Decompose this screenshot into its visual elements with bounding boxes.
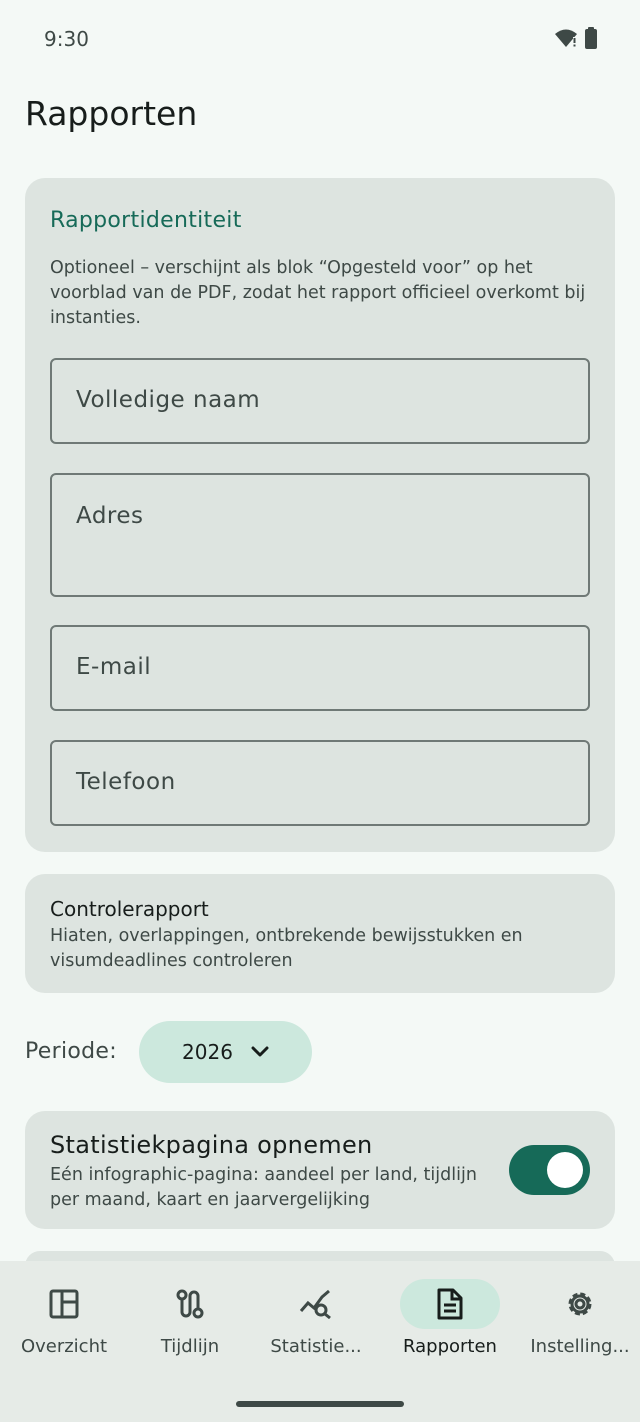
identity-section-description: Optioneel – verschijnt als blok “Opgeste… (50, 258, 586, 328)
identity-section-title: Rapportidentiteit (50, 208, 242, 233)
bottom-navigation: Overzicht Tijdlijn Statistie... Rapporte… (0, 1261, 640, 1422)
address-placeholder: Adres (76, 503, 144, 529)
dashboard-icon (49, 1289, 79, 1319)
phone-placeholder: Telefoon (76, 769, 176, 795)
stats-page-title: Statistiekpagina opnemen (50, 1131, 373, 1159)
email-placeholder: E-mail (76, 654, 152, 680)
nav-label: Tijdlijn (160, 1336, 220, 1357)
chevron-down-icon (251, 1046, 269, 1057)
nav-item-tijdlijn[interactable]: Tijdlijn (126, 1261, 254, 1371)
page-title: Rapporten (25, 94, 198, 133)
full-name-placeholder: Volledige naam (76, 387, 261, 413)
home-indicator[interactable] (236, 1401, 404, 1407)
full-name-field[interactable]: Volledige naam (50, 358, 590, 444)
nav-label: Overzicht (20, 1336, 108, 1357)
nav-item-instellingen[interactable]: Instelling... (516, 1261, 640, 1371)
nav-pill (530, 1279, 630, 1329)
nav-pill-active (400, 1279, 500, 1329)
nav-label: Statistie... (270, 1336, 362, 1357)
check-report-card[interactable]: Controlerapport Hiaten, overlappingen, o… (25, 874, 615, 993)
phone-field[interactable]: Telefoon (50, 740, 590, 826)
nav-pill (14, 1279, 114, 1329)
check-report-title: Controlerapport (50, 897, 209, 921)
address-field[interactable]: Adres (50, 473, 590, 597)
stats-page-card: Statistiekpagina opnemen Eén infographic… (25, 1111, 615, 1229)
period-label: Periode: (25, 1039, 117, 1064)
route-icon (176, 1289, 204, 1319)
check-report-description: Hiaten, overlappingen, ontbrekende bewij… (50, 926, 523, 971)
nav-item-overzicht[interactable]: Overzicht (0, 1261, 128, 1371)
settings-icon (568, 1292, 592, 1316)
document-icon (437, 1288, 463, 1320)
period-selected-value: 2026 (182, 1040, 233, 1064)
period-dropdown[interactable]: 2026 (139, 1021, 312, 1083)
analytics-icon (299, 1289, 331, 1319)
stats-page-toggle[interactable] (509, 1145, 590, 1195)
stats-page-description: Eén infographic-pagina: aandeel per land… (50, 1165, 477, 1210)
status-bar: 9:30 (0, 0, 640, 78)
nav-item-statistieken[interactable]: Statistie... (252, 1261, 380, 1371)
nav-pill (266, 1279, 366, 1329)
report-identity-card: Rapportidentiteit Optioneel – verschijnt… (25, 178, 615, 852)
battery-icon (585, 27, 597, 49)
nav-label: Rapporten (403, 1336, 497, 1357)
nav-item-rapporten[interactable]: Rapporten (386, 1261, 514, 1371)
wifi-icon (555, 29, 577, 47)
nav-pill (140, 1279, 240, 1329)
email-field[interactable]: E-mail (50, 625, 590, 711)
status-icons (554, 27, 598, 49)
toggle-knob (547, 1152, 583, 1188)
status-time: 9:30 (44, 27, 89, 51)
nav-label: Instelling... (530, 1336, 630, 1357)
